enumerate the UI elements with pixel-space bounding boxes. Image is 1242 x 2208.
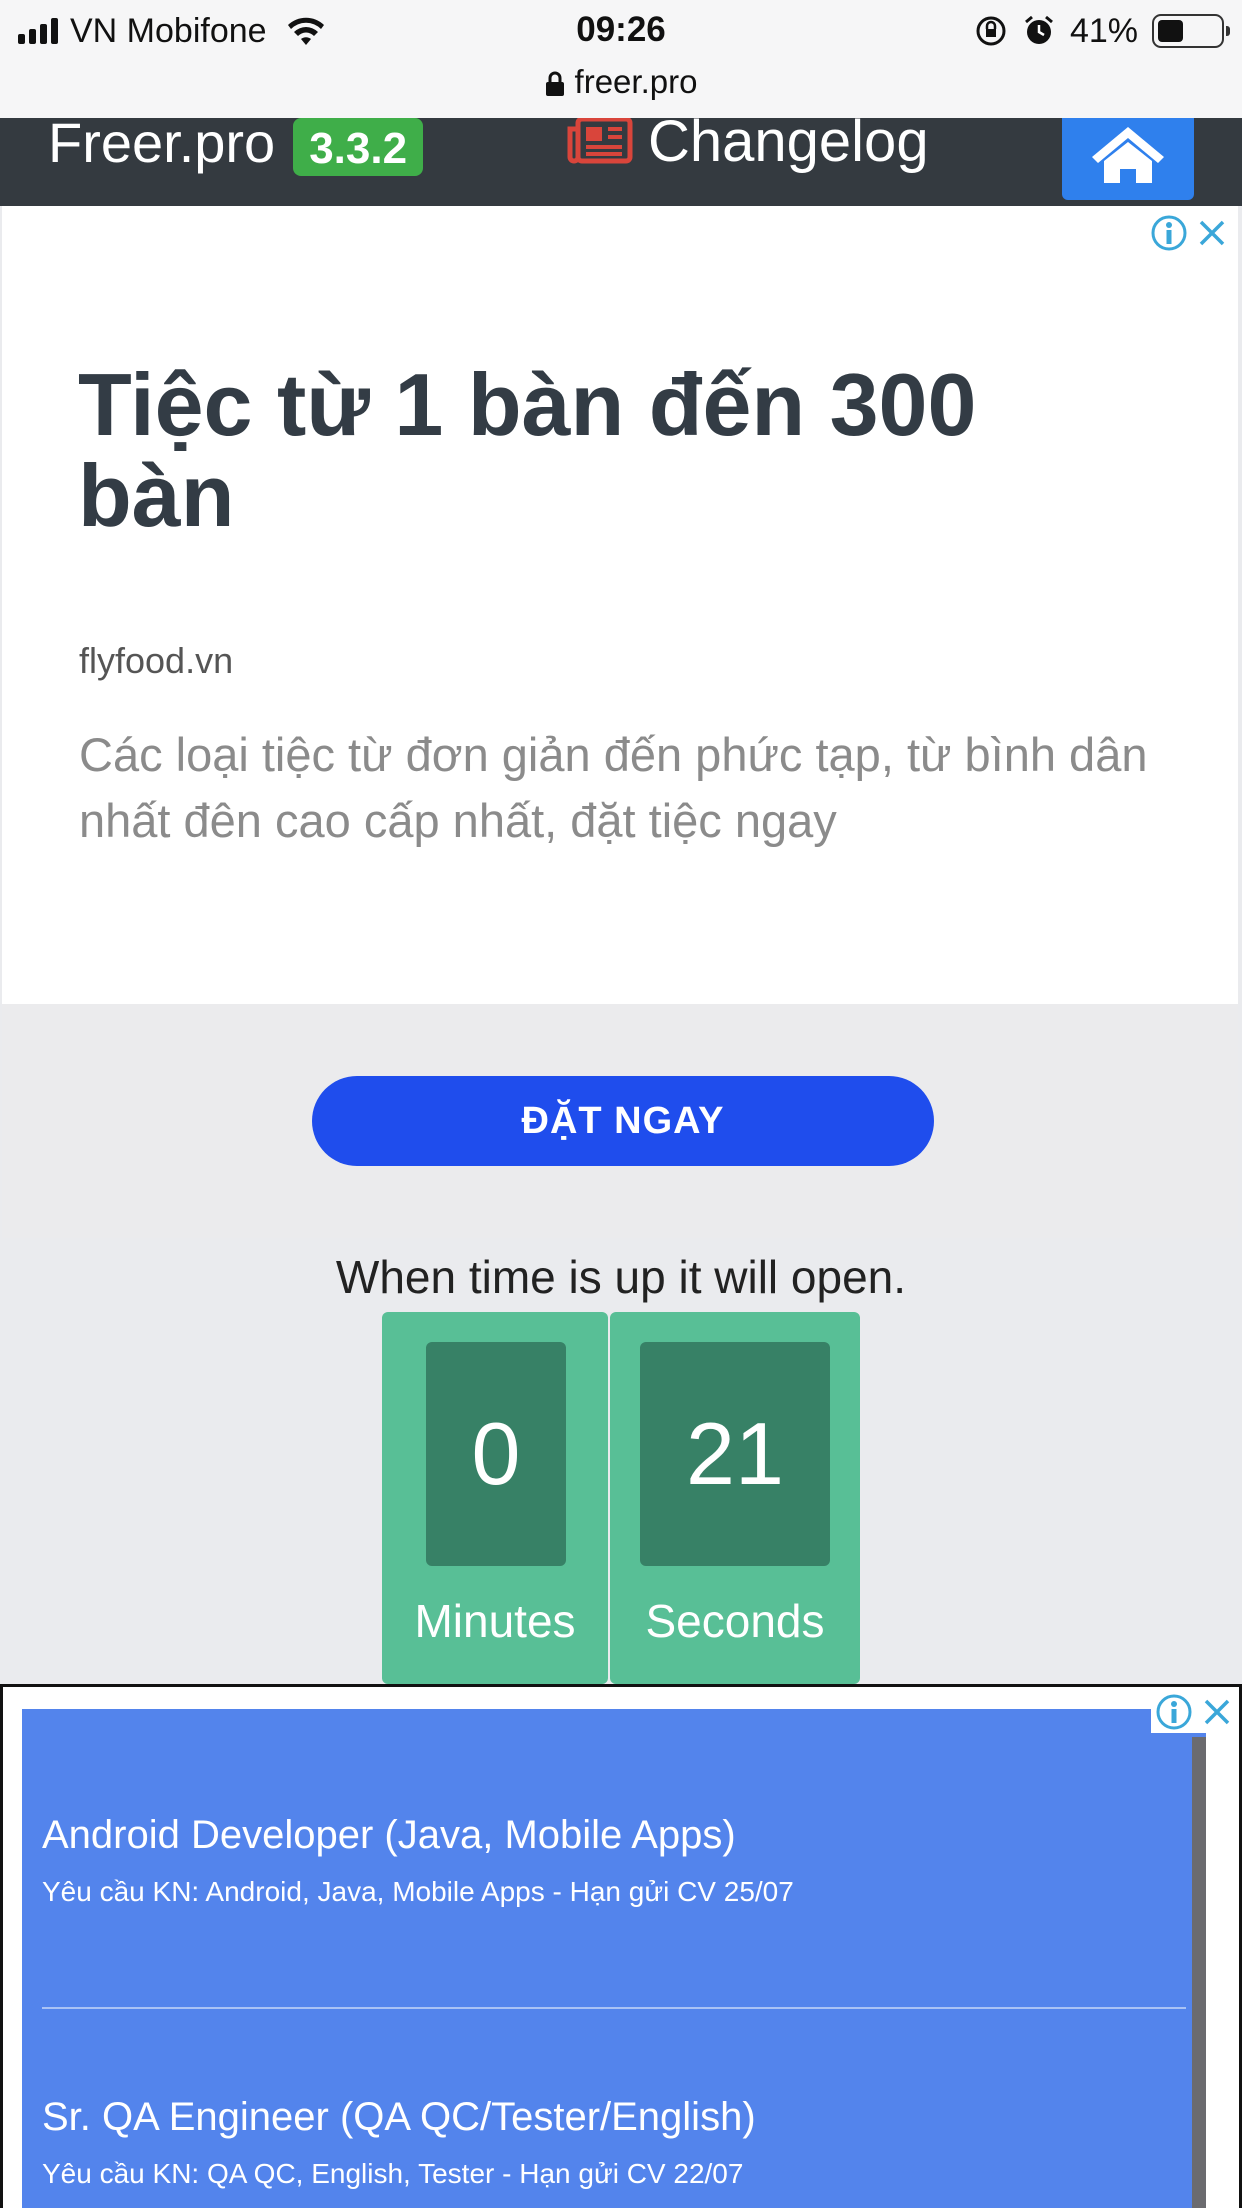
countdown-minutes-label: Minutes: [414, 1595, 576, 1647]
job-title[interactable]: Android Developer (Java, Mobile Apps): [42, 1813, 794, 1858]
battery-percent: 41%: [1069, 11, 1138, 50]
job-listing[interactable]: Android Developer (Java, Mobile Apps) Yê…: [42, 1813, 794, 1908]
divider: [42, 2007, 1186, 2009]
countdown-minutes-value: 0: [426, 1342, 566, 1566]
countdown-message: When time is up it will open.: [335, 1251, 907, 1303]
job-requirements: Yêu cầu KN: QA QC, English, Tester - Hạn…: [42, 2158, 744, 2189]
sponsored-ad[interactable]: Tiệc từ 1 bàn đến 300 bàn flyfood.vn Các…: [2, 206, 1238, 1004]
lock-icon: [545, 71, 564, 96]
status-bar: VN Mobifone 09:26 41%: [0, 0, 1242, 62]
job-title[interactable]: Sr. QA Engineer (QA QC/Tester/English): [42, 2095, 756, 2140]
job-ad-content[interactable]: Android Developer (Java, Mobile Apps) Yê…: [22, 1709, 1206, 2208]
ad-headline[interactable]: Tiệc từ 1 bàn đến 300 bàn: [78, 359, 1078, 541]
close-icon[interactable]: [1196, 217, 1228, 249]
info-icon[interactable]: [1150, 214, 1188, 252]
brand-name: Freer.pro: [48, 118, 276, 174]
ad-cta-button[interactable]: ĐẶT NGAY: [312, 1076, 934, 1166]
battery-icon: [1152, 14, 1230, 48]
battery-level-fill: [1158, 20, 1183, 42]
job-ad-banner[interactable]: Android Developer (Java, Mobile Apps) Yê…: [0, 1684, 1242, 2208]
ad-choices[interactable]: [1150, 214, 1228, 252]
job-requirements: Yêu cầu KN: Android, Java, Mobile Apps -…: [42, 1876, 794, 1907]
close-icon[interactable]: [1201, 1696, 1233, 1728]
version-badge: 3.3.2: [293, 118, 424, 176]
ad-domain[interactable]: flyfood.vn: [79, 640, 233, 682]
alarm-icon: [1024, 15, 1053, 44]
home-button[interactable]: [1062, 118, 1194, 200]
site-navbar: Freer.pro 3.3.2 Changelog: [0, 118, 1242, 206]
countdown-minutes-box: 0 Minutes: [382, 1312, 608, 1684]
address-bar[interactable]: freer.pro: [0, 62, 1242, 118]
ad-choices[interactable]: [1151, 1691, 1237, 1733]
url-text: freer.pro: [574, 63, 698, 100]
info-icon[interactable]: [1155, 1693, 1193, 1731]
countdown-seconds-value: 21: [640, 1342, 830, 1566]
site-brand-link[interactable]: Freer.pro 3.3.2: [48, 118, 424, 176]
ad-cta-area: ĐẶT NGAY: [2, 1004, 1238, 1238]
rotation-lock-icon: [976, 16, 1006, 46]
countdown-seconds-label: Seconds: [645, 1595, 825, 1647]
ad-description[interactable]: Các loại tiệc từ đơn giản đến phức tạp, …: [79, 722, 1159, 854]
newspaper-icon: [567, 118, 633, 163]
home-icon: [1092, 127, 1164, 183]
job-listing[interactable]: Sr. QA Engineer (QA QC/Tester/English) Y…: [42, 2095, 756, 2190]
changelog-label: Changelog: [648, 118, 929, 174]
countdown-seconds-box: 21 Seconds: [610, 1312, 860, 1684]
changelog-link[interactable]: Changelog: [566, 118, 929, 175]
scrollbar[interactable]: [1192, 1737, 1206, 2208]
